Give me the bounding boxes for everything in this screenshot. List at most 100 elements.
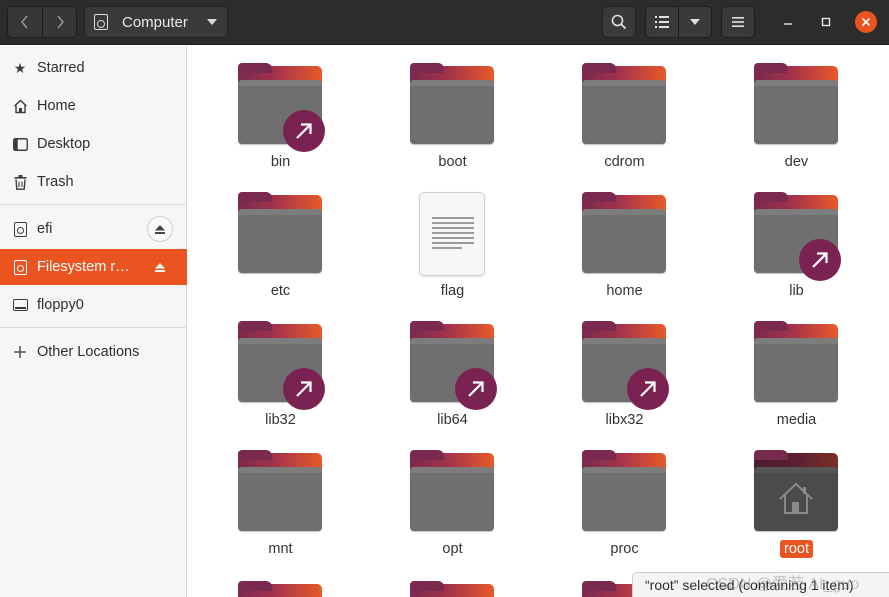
sidebar-item-home[interactable]: Home <box>0 88 187 124</box>
plus-icon <box>12 344 28 360</box>
sidebar-item-other-locations[interactable]: Other Locations <box>0 334 187 370</box>
file-name: home <box>606 283 643 299</box>
sidebar-item-label: Desktop <box>37 136 91 152</box>
navigation-buttons <box>7 6 77 38</box>
sidebar: ★ Starred Home Desktop Trash efi Filesys… <box>0 46 187 597</box>
folder-item-partial[interactable] <box>410 581 494 597</box>
sidebar-item-desktop[interactable]: Desktop <box>0 126 187 162</box>
file-name: etc <box>270 283 291 299</box>
sidebar-item-label: efi <box>37 221 53 237</box>
folder-item-lib64[interactable]: lib64 <box>360 304 510 429</box>
view-toggle-button[interactable] <box>645 6 679 38</box>
folder-icon <box>238 321 325 410</box>
status-text: “root” selected (containing 1 item) <box>645 577 854 593</box>
sidebar-item-label: Other Locations <box>37 344 140 360</box>
drive-icon <box>94 14 108 30</box>
file-name: cdrom <box>604 154 645 170</box>
file-name: proc <box>610 541 639 557</box>
symlink-arrow-icon <box>627 368 669 410</box>
symlink-arrow-icon <box>799 239 841 281</box>
folder-item-partial[interactable] <box>238 581 322 597</box>
desktop-icon <box>12 136 28 152</box>
search-icon <box>611 14 627 30</box>
chevron-right-icon <box>56 15 64 29</box>
maximize-icon <box>821 17 831 27</box>
forward-button[interactable] <box>42 7 76 37</box>
file-name: dev <box>784 154 809 170</box>
folder-icon <box>582 192 666 273</box>
location-button[interactable]: Computer <box>84 6 228 38</box>
file-name: lib64 <box>437 412 468 428</box>
folder-item-etc[interactable]: etc <box>188 175 338 300</box>
folder-icon <box>582 321 669 410</box>
eject-icon <box>155 224 165 234</box>
trash-icon <box>12 174 28 190</box>
folder-item-lib[interactable]: lib <box>704 175 854 300</box>
sidebar-item-starred[interactable]: ★ Starred <box>0 50 187 86</box>
symlink-arrow-icon <box>455 368 497 410</box>
back-button[interactable] <box>8 7 42 37</box>
chevron-down-icon <box>690 19 700 25</box>
folder-item-mnt[interactable]: mnt <box>188 433 338 558</box>
view-options-button[interactable] <box>678 6 712 38</box>
minimize-button[interactable] <box>777 11 799 33</box>
sidebar-separator <box>0 204 187 205</box>
folder-item-boot[interactable]: boot <box>360 46 510 171</box>
folder-icon <box>410 321 497 410</box>
sidebar-item-label: Trash <box>37 174 74 190</box>
eject-button[interactable] <box>147 254 173 280</box>
folder-icon <box>582 450 666 531</box>
folder-icon <box>410 450 494 531</box>
file-name: libx32 <box>605 412 644 428</box>
search-button[interactable] <box>602 6 636 38</box>
folder-item-root[interactable]: root <box>704 433 854 558</box>
sidebar-item-label: Filesystem r… <box>37 259 130 275</box>
maximize-button[interactable] <box>815 11 837 33</box>
sidebar-item-floppy0[interactable]: floppy0 <box>0 287 187 323</box>
eject-button[interactable] <box>147 216 173 242</box>
minimize-icon <box>784 23 792 25</box>
sidebar-item-trash[interactable]: Trash <box>0 164 187 200</box>
close-button[interactable] <box>855 11 877 33</box>
floppy-icon <box>12 297 28 313</box>
home-icon <box>779 482 813 514</box>
sidebar-separator <box>0 327 187 328</box>
folder-item-bin[interactable]: bin <box>188 46 338 171</box>
sidebar-item-label: Home <box>37 98 76 114</box>
file-name: boot <box>438 154 467 170</box>
symlink-arrow-icon <box>283 110 325 152</box>
folder-item-opt[interactable]: opt <box>360 433 510 558</box>
selection-status: “root” selected (containing 1 item) <box>632 572 889 597</box>
location-label: Computer <box>122 13 188 31</box>
file-item-flag[interactable]: flag <box>360 175 510 300</box>
file-name: bin <box>270 154 291 170</box>
list-view-icon <box>655 16 669 28</box>
folder-icon <box>754 321 838 402</box>
star-icon: ★ <box>13 59 27 76</box>
eject-icon <box>155 262 165 272</box>
folder-item-cdrom[interactable]: cdrom <box>532 46 682 171</box>
file-name: lib32 <box>265 412 296 428</box>
folder-icon <box>238 450 322 531</box>
symlink-arrow-icon <box>283 368 325 410</box>
file-name: mnt <box>268 541 293 557</box>
folder-item-dev[interactable]: dev <box>704 46 854 171</box>
file-name: lib <box>789 283 804 299</box>
file-name: flag <box>440 283 465 299</box>
folder-icon <box>754 450 838 531</box>
folder-icon <box>582 63 666 144</box>
close-icon <box>861 17 871 27</box>
folder-item-lib32[interactable]: lib32 <box>188 304 338 429</box>
folder-icon <box>238 192 322 273</box>
sidebar-item-filesystem-root[interactable]: Filesystem r… <box>0 249 187 285</box>
home-icon <box>12 98 28 114</box>
main-menu-button[interactable] <box>721 6 755 38</box>
folder-item-proc[interactable]: proc <box>532 433 682 558</box>
folder-icon <box>754 192 841 281</box>
sidebar-item-efi[interactable]: efi <box>0 211 187 247</box>
folder-item-libx32[interactable]: libx32 <box>532 304 682 429</box>
sidebar-item-label: Starred <box>37 60 85 76</box>
drive-icon <box>12 221 28 237</box>
folder-item-home[interactable]: home <box>532 175 682 300</box>
folder-item-media[interactable]: media <box>704 304 854 429</box>
